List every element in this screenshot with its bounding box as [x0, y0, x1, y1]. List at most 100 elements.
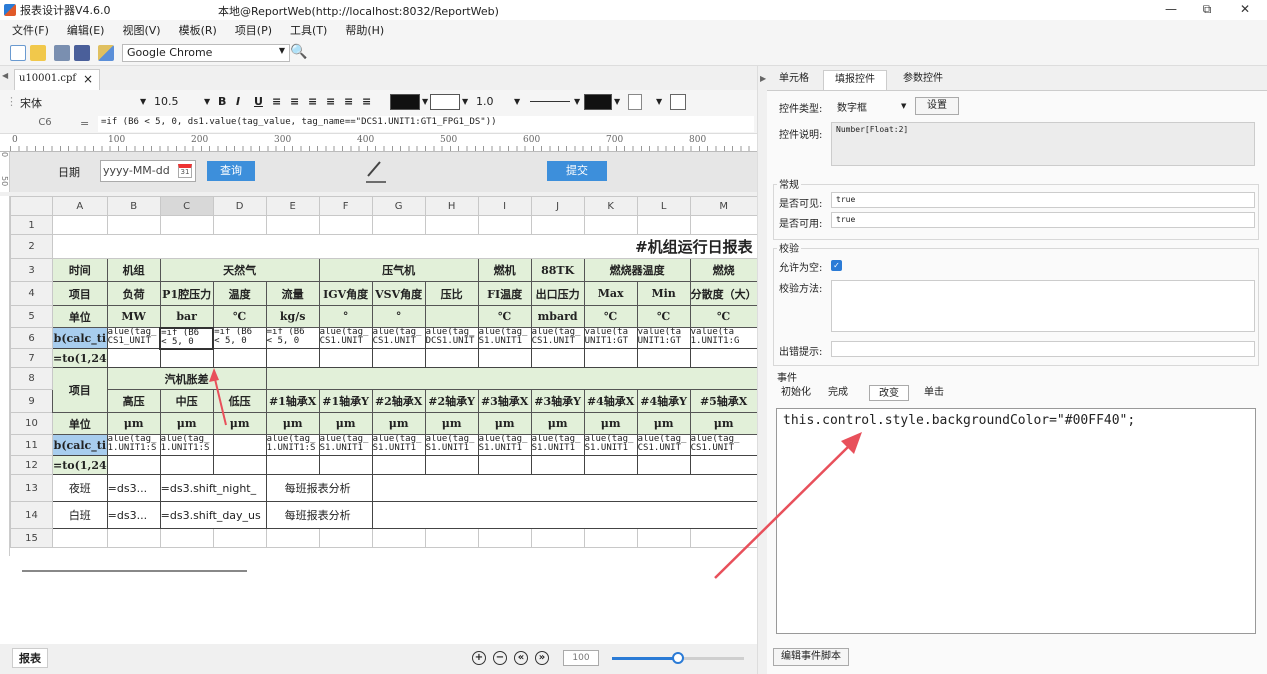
valign-middle-icon[interactable]: ≡: [344, 95, 353, 108]
cell[interactable]: 项目: [52, 281, 108, 306]
close-tab-icon[interactable]: ×: [83, 72, 93, 86]
enabled-field[interactable]: true: [831, 212, 1255, 228]
report-title-cell[interactable]: #机组运行日报表: [52, 234, 758, 259]
event-tab-click[interactable]: 单击: [920, 385, 948, 401]
align-center-icon[interactable]: ≡: [290, 95, 299, 108]
chevron-down-icon[interactable]: ▼: [901, 102, 906, 110]
cell[interactable]: #5轴承X: [689, 389, 758, 413]
cell[interactable]: =ds3.shift_day_us: [159, 501, 267, 529]
cell[interactable]: #4轴承X: [583, 389, 638, 413]
italic-button[interactable]: I: [236, 95, 240, 108]
event-tab-complete[interactable]: 完成: [824, 385, 852, 401]
cell[interactable]: [583, 455, 638, 475]
cell[interactable]: μm: [477, 412, 532, 435]
cell[interactable]: VSV角度: [371, 281, 426, 306]
bold-button[interactable]: B: [218, 95, 226, 108]
cell[interactable]: bar: [159, 305, 214, 328]
cell[interactable]: =ds3...: [106, 501, 161, 529]
visible-field[interactable]: true: [831, 192, 1255, 208]
cell[interactable]: [689, 215, 758, 235]
cell[interactable]: 燃机: [477, 258, 532, 282]
close-button[interactable]: ✕: [1230, 2, 1260, 16]
row-header[interactable]: 6: [10, 327, 53, 349]
cell[interactable]: 温度: [212, 281, 267, 306]
cell[interactable]: 中压: [159, 389, 214, 413]
line-style-select[interactable]: [530, 93, 570, 102]
cell[interactable]: alue(tag_ 1.UNIT1:S: [265, 434, 320, 456]
cell[interactable]: [583, 528, 638, 548]
cell[interactable]: #2轴承X: [371, 389, 426, 413]
cell[interactable]: alue(tag_ CS1.UNIT: [689, 434, 758, 456]
cell[interactable]: [371, 474, 758, 502]
row-header[interactable]: 15: [10, 528, 53, 548]
col-header[interactable]: L: [636, 196, 691, 216]
minimize-button[interactable]: —: [1156, 2, 1186, 16]
row-header[interactable]: 4: [10, 281, 53, 306]
control-type-select[interactable]: 数字框: [833, 97, 911, 115]
cell[interactable]: [636, 215, 691, 235]
cell[interactable]: 高压: [106, 389, 161, 413]
chevron-down-icon[interactable]: ▼: [462, 97, 468, 106]
cell[interactable]: [477, 528, 532, 548]
cell[interactable]: 单位: [52, 412, 108, 435]
cell[interactable]: 燃烧器温度: [583, 258, 691, 282]
cell[interactable]: 汽机胀差: [106, 367, 267, 390]
cell[interactable]: b(calc_ti: [52, 327, 108, 349]
font-color-picker[interactable]: [390, 94, 420, 110]
cell[interactable]: 机组: [106, 258, 161, 282]
submit-button[interactable]: 提交: [547, 161, 607, 181]
first-page-button[interactable]: «: [514, 651, 528, 665]
control-desc-field[interactable]: Number[Float:2]: [831, 122, 1255, 166]
cell[interactable]: °: [318, 305, 373, 328]
cell[interactable]: 项目: [52, 367, 108, 413]
cell[interactable]: #4轴承Y: [636, 389, 691, 413]
col-header[interactable]: B: [106, 196, 161, 216]
caret-right-icon[interactable]: ▶: [760, 74, 766, 83]
cell[interactable]: μm: [424, 412, 479, 435]
cell[interactable]: alue(tag_ S1.UNIT1: [477, 434, 532, 456]
cell[interactable]: μm: [106, 412, 161, 435]
cell[interactable]: 时间: [52, 258, 108, 282]
cell[interactable]: alue(tag_ CS1.UNIT: [636, 434, 691, 456]
cell[interactable]: alue(tag_ S1.UNIT1: [371, 434, 426, 456]
cell[interactable]: [265, 215, 320, 235]
query-button[interactable]: 查询: [207, 161, 255, 181]
last-page-button[interactable]: »: [535, 651, 549, 665]
line-width-select[interactable]: 1.0: [476, 95, 494, 108]
col-header[interactable]: C: [159, 196, 214, 216]
cell[interactable]: #3轴承X: [477, 389, 532, 413]
valign-bottom-icon[interactable]: ≡: [362, 95, 371, 108]
zoom-slider-thumb[interactable]: [672, 652, 684, 664]
cell[interactable]: 分散度（大）: [689, 281, 758, 306]
col-header[interactable]: H: [424, 196, 479, 216]
row-header[interactable]: 14: [10, 501, 53, 529]
col-header[interactable]: D: [212, 196, 267, 216]
cell[interactable]: [371, 501, 758, 529]
calendar-icon[interactable]: 31: [178, 164, 192, 178]
col-header[interactable]: M: [689, 196, 758, 216]
cell[interactable]: [106, 455, 161, 475]
cell[interactable]: alue(tag_ S1.UNIT1: [477, 327, 532, 349]
cell[interactable]: [477, 455, 532, 475]
row-header[interactable]: 5: [10, 305, 53, 328]
menu-edit[interactable]: 编辑(E): [55, 22, 111, 38]
restore-button[interactable]: ⧉: [1192, 2, 1222, 17]
corner-cell[interactable]: [10, 196, 53, 216]
col-header[interactable]: K: [583, 196, 638, 216]
cell[interactable]: [159, 455, 214, 475]
cell[interactable]: ℃: [583, 305, 638, 328]
cell[interactable]: alue(tag_ S1.UNIT1: [424, 434, 479, 456]
cell[interactable]: #2轴承Y: [424, 389, 479, 413]
cell[interactable]: value(ta 1.UNIT1:G: [689, 327, 758, 349]
selected-cell[interactable]: =if (B6 < 5, 0: [159, 326, 215, 350]
cell[interactable]: #3轴承Y: [530, 389, 585, 413]
row-header[interactable]: 1: [10, 215, 53, 235]
cell[interactable]: [52, 528, 108, 548]
cell[interactable]: value(ta UNIT1:GT: [583, 327, 638, 349]
document-tab[interactable]: u10001.cpf ×: [14, 69, 100, 90]
row-header[interactable]: 8: [10, 367, 53, 390]
cell[interactable]: [689, 455, 758, 475]
cell[interactable]: 88TK: [530, 258, 585, 282]
tab-param-control[interactable]: 参数控件: [891, 70, 955, 90]
cell[interactable]: [371, 348, 426, 368]
